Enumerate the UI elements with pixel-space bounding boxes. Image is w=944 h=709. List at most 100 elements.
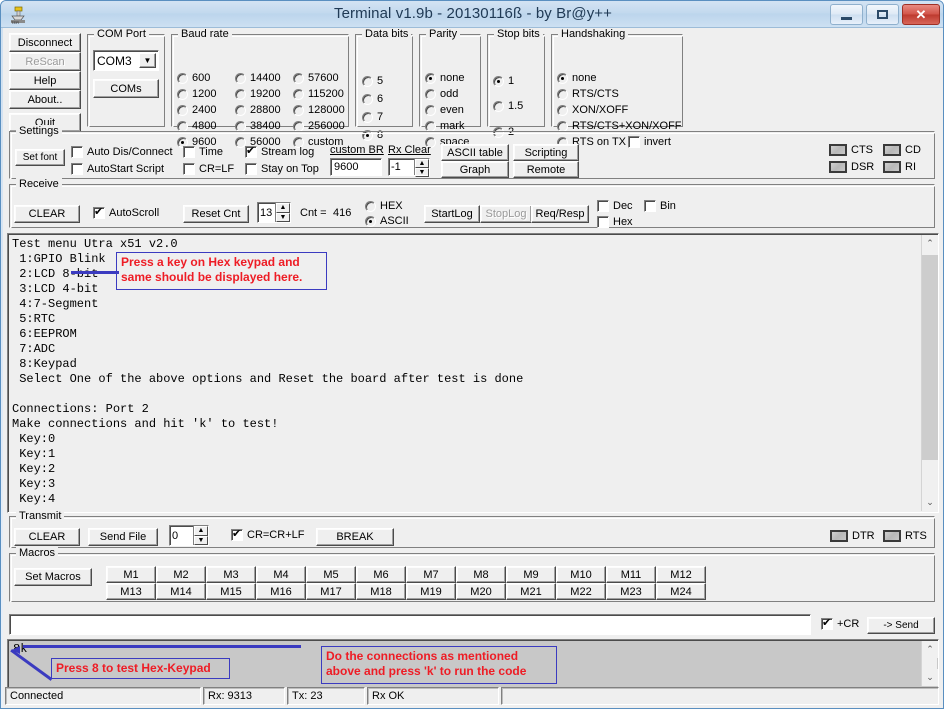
hex-checkbox[interactable]: Hex [597, 216, 633, 228]
coms-button[interactable]: COMs [93, 79, 159, 98]
stopbits-15-radio[interactable]: 1.5 [493, 100, 523, 112]
stopbits-1-radio[interactable]: 1 [493, 75, 514, 87]
spinner-up-icon[interactable]: ▲ [276, 203, 290, 213]
disconnect-button[interactable]: Disconnect [9, 33, 81, 52]
stoplog-button[interactable]: StopLog [480, 205, 532, 223]
macro-m12-button[interactable]: M12 [656, 566, 706, 583]
com-port-select[interactable]: COM3 ▼ [93, 50, 159, 71]
plus-cr-checkbox[interactable]: +CR [821, 616, 859, 630]
spinner-down-icon[interactable]: ▼ [415, 168, 429, 177]
send-button[interactable]: -> Send [867, 617, 935, 634]
scroll-up-icon[interactable]: ⌃ [922, 641, 938, 658]
autostart-script-checkbox[interactable]: AutoStart Script [71, 163, 164, 175]
macro-m6-button[interactable]: M6 [356, 566, 406, 583]
minimize-button[interactable] [830, 4, 863, 25]
send-file-button[interactable]: Send File [88, 528, 158, 546]
macro-m4-button[interactable]: M4 [256, 566, 306, 583]
macro-m21-button[interactable]: M21 [506, 583, 556, 600]
custom-br-input[interactable]: 9600 [330, 158, 382, 176]
baud-14400-radio[interactable]: 14400 [235, 72, 281, 84]
remote-button[interactable]: Remote [513, 161, 579, 178]
autoscroll-checkbox[interactable]: AutoScroll [93, 205, 159, 219]
reset-cnt-button[interactable]: Reset Cnt [183, 205, 249, 223]
macro-m20-button[interactable]: M20 [456, 583, 506, 600]
receive-count-spinner[interactable]: 13 ▲ ▼ [257, 202, 291, 223]
databits-6-radio[interactable]: 6 [362, 93, 383, 105]
baud-2400-radio[interactable]: 2400 [177, 104, 216, 116]
ascii-format-radio[interactable]: ASCII [365, 215, 409, 227]
spinner-up-icon[interactable]: ▲ [415, 159, 429, 168]
macro-m17-button[interactable]: M17 [306, 583, 356, 600]
terminal-scrollbar[interactable]: ⌃ ⌄ [921, 235, 938, 511]
scroll-down-icon[interactable]: ⌄ [922, 669, 938, 686]
baud-115200-radio[interactable]: 115200 [293, 88, 344, 100]
macro-m18-button[interactable]: M18 [356, 583, 406, 600]
baud-28800-radio[interactable]: 28800 [235, 104, 281, 116]
bottom-pane-scrollbar[interactable]: ⌃ ⌄ [921, 641, 938, 686]
set-macros-button[interactable]: Set Macros [14, 568, 92, 586]
macro-m2-button[interactable]: M2 [156, 566, 206, 583]
macro-m10-button[interactable]: M10 [556, 566, 606, 583]
hex-format-radio[interactable]: HEX [365, 200, 403, 212]
macro-m1-button[interactable]: M1 [106, 566, 156, 583]
ascii-table-button[interactable]: ASCII table [441, 144, 509, 161]
baud-57600-radio[interactable]: 57600 [293, 72, 339, 84]
parity-none-radio[interactable]: none [425, 72, 464, 84]
macro-m5-button[interactable]: M5 [306, 566, 356, 583]
cr-lf-checkbox[interactable]: CR=LF [183, 163, 234, 175]
scripting-button[interactable]: Scripting [513, 144, 579, 161]
close-button[interactable]: ✕ [902, 4, 940, 25]
macro-m13-button[interactable]: M13 [106, 583, 156, 600]
dec-checkbox[interactable]: Dec [597, 200, 633, 212]
graph-button[interactable]: Graph [441, 161, 509, 178]
rescan-button[interactable]: ReScan [9, 52, 81, 71]
spinner-down-icon[interactable]: ▼ [276, 212, 290, 222]
break-button[interactable]: BREAK [316, 528, 394, 546]
startlog-button[interactable]: StartLog [424, 205, 480, 223]
macro-m15-button[interactable]: M15 [206, 583, 256, 600]
time-checkbox[interactable]: Time [183, 146, 223, 158]
macro-m16-button[interactable]: M16 [256, 583, 306, 600]
transmit-delay-spinner[interactable]: 0 ▲ ▼ [169, 525, 209, 546]
macro-m8-button[interactable]: M8 [456, 566, 506, 583]
scroll-down-icon[interactable]: ⌄ [922, 494, 938, 511]
spinner-arrows[interactable]: ▲ ▼ [193, 526, 208, 545]
help-button[interactable]: Help [9, 71, 81, 90]
receive-clear-button[interactable]: CLEAR [14, 205, 80, 223]
handshake-rtscts-radio[interactable]: RTS/CTS [557, 88, 619, 100]
bin-checkbox[interactable]: Bin [644, 200, 676, 212]
parity-even-radio[interactable]: even [425, 104, 464, 116]
databits-5-radio[interactable]: 5 [362, 75, 383, 87]
reqresp-button[interactable]: Req/Resp [531, 205, 589, 223]
baud-1200-radio[interactable]: 1200 [177, 88, 216, 100]
spinner-arrows[interactable]: ▲ ▼ [414, 159, 429, 177]
spinner-up-icon[interactable]: ▲ [194, 526, 208, 536]
macro-m9-button[interactable]: M9 [506, 566, 556, 583]
macro-m22-button[interactable]: M22 [556, 583, 606, 600]
send-input[interactable] [9, 614, 811, 635]
macro-m7-button[interactable]: M7 [406, 566, 456, 583]
macro-m19-button[interactable]: M19 [406, 583, 456, 600]
baud-600-radio[interactable]: 600 [177, 72, 210, 84]
macro-m14-button[interactable]: M14 [156, 583, 206, 600]
scroll-up-icon[interactable]: ⌃ [922, 235, 938, 252]
rx-clear-spinner[interactable]: -1 ▲ ▼ [388, 158, 430, 177]
set-font-button[interactable]: Set font [15, 149, 65, 166]
cr-crlf-checkbox[interactable]: CR=CR+LF [231, 527, 304, 541]
stay-on-top-checkbox[interactable]: Stay on Top [245, 163, 319, 175]
spinner-arrows[interactable]: ▲ ▼ [275, 203, 290, 222]
baud-128000-radio[interactable]: 128000 [293, 104, 345, 116]
parity-odd-radio[interactable]: odd [425, 88, 458, 100]
macro-m24-button[interactable]: M24 [656, 583, 706, 600]
databits-7-radio[interactable]: 7 [362, 111, 383, 123]
spinner-down-icon[interactable]: ▼ [194, 535, 208, 545]
auto-disconnect-checkbox[interactable]: Auto Dis/Connect [71, 146, 173, 158]
stream-log-checkbox[interactable]: Stream log [245, 144, 314, 158]
macro-m23-button[interactable]: M23 [606, 583, 656, 600]
scrollbar-thumb[interactable] [922, 255, 938, 460]
macro-m3-button[interactable]: M3 [206, 566, 256, 583]
transmit-clear-button[interactable]: CLEAR [14, 528, 80, 546]
chevron-down-icon[interactable]: ▼ [139, 53, 156, 68]
handshake-none-radio[interactable]: none [557, 72, 596, 84]
macro-m11-button[interactable]: M11 [606, 566, 656, 583]
